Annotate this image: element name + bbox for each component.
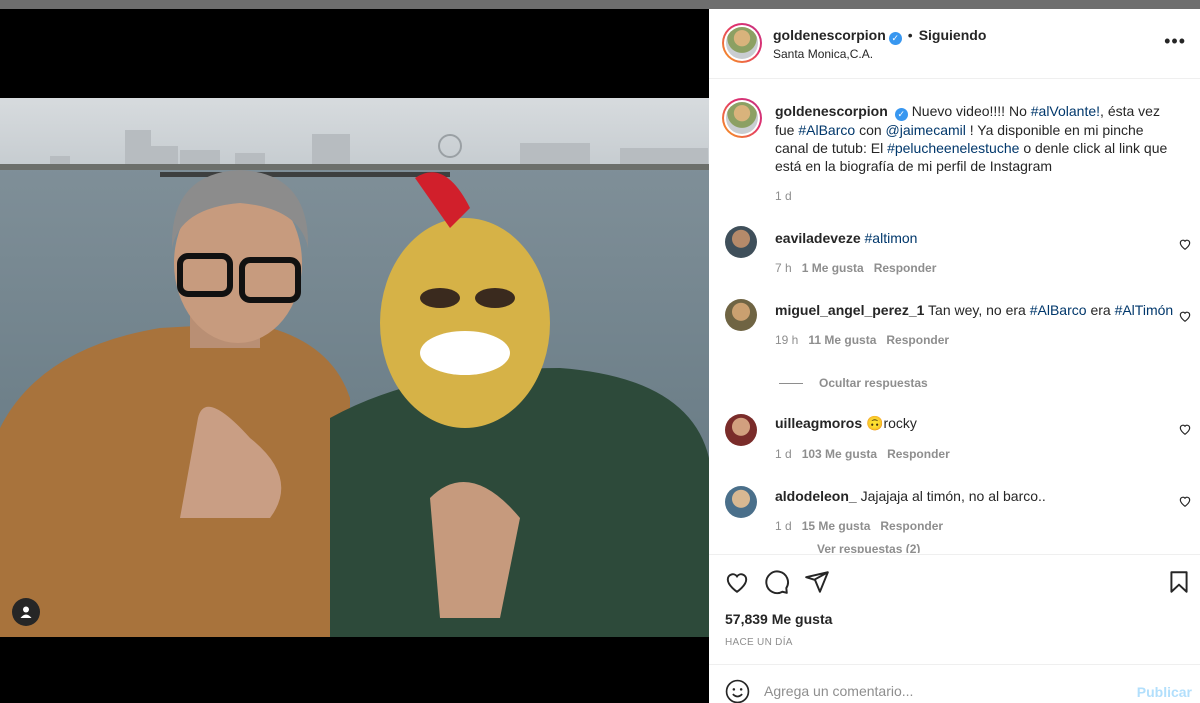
comment: miguel_angel_perez_1 Tan wey, no era #Al… [775, 302, 1174, 318]
hashtag-link[interactable]: #AlTimón [1115, 302, 1174, 318]
avatar[interactable] [722, 23, 762, 63]
hide-replies-button[interactable]: Ocultar respuestas [779, 376, 928, 390]
bookmark-icon[interactable] [1166, 569, 1192, 595]
comment: eaviladeveze #altimon [775, 229, 917, 247]
caption-time[interactable]: 1 d [775, 189, 792, 203]
share-icon[interactable] [804, 569, 830, 595]
caption-meta: 1 d [775, 189, 802, 203]
following-button[interactable]: Siguiendo [919, 27, 987, 43]
comment-likes-link[interactable]: 103 Me gusta [802, 447, 877, 461]
post-media [0, 9, 709, 703]
verified-badge-icon: ✓ [894, 108, 908, 121]
hashtag-link[interactable]: #altimon [865, 230, 918, 246]
comment: aldodeleon_ Jajajaja al timón, no al bar… [775, 488, 1046, 504]
hashtag-link[interactable]: #pelucheenelestuche [887, 140, 1019, 156]
reply-button[interactable]: Responder [887, 447, 950, 461]
comment-likes-link[interactable]: 15 Me gusta [802, 519, 871, 533]
comment-username[interactable]: miguel_angel_perez_1 [775, 302, 924, 318]
view-replies-button[interactable]: Ver respuestas (2) [817, 542, 920, 553]
heart-icon[interactable] [724, 569, 750, 595]
reply-button[interactable]: Responder [886, 333, 949, 347]
more-options-icon[interactable]: ••• [1164, 31, 1186, 52]
reply-button[interactable]: Responder [874, 261, 937, 275]
comment-like-heart-icon[interactable] [1178, 422, 1192, 436]
hashtag-link[interactable]: #AlBarco [798, 122, 855, 138]
browser-top-strip [0, 0, 1200, 9]
caption-avatar[interactable] [722, 98, 762, 138]
comments-list[interactable]: goldenescorpion ✓ Nuevo video!!!! No #alV… [709, 80, 1200, 553]
comment-meta: 1 d 15 Me gusta Responder [775, 519, 944, 533]
comment-meta: 7 h1 Me gusta Responder [775, 261, 937, 275]
hashtag-link[interactable]: #alVolante! [1031, 103, 1100, 119]
caption-text: goldenescorpion ✓ Nuevo video!!!! No #alV… [775, 103, 1168, 174]
separator-dot: • [907, 27, 913, 43]
comment-meta: 1 d 103 Me gusta Responder [775, 447, 950, 461]
post-actions: 57,839 Me gusta HACE UN DÍA [709, 554, 1200, 664]
reply-button[interactable]: Responder [880, 519, 943, 533]
location-link[interactable]: Santa Monica,C.A. [773, 47, 873, 61]
comment-avatar[interactable] [725, 414, 757, 446]
comment-avatar[interactable] [725, 299, 757, 331]
post-header: goldenescorpion ✓ • Siguiendo Santa Monica,… [709, 9, 1200, 79]
caption-username[interactable]: goldenescorpion [775, 103, 888, 119]
emoji-upside-down: 🙃 [866, 415, 884, 431]
publish-button[interactable]: Publicar [1137, 684, 1192, 700]
add-comment-bar: Publicar [709, 664, 1200, 703]
post-photo[interactable] [0, 98, 709, 637]
comment-meta: 19 h 11 Me gusta Responder [775, 333, 950, 347]
hashtag-link[interactable]: #AlBarco [1030, 302, 1087, 318]
mention-link[interactable]: @jaimecamil [886, 122, 966, 138]
post-panel: goldenescorpion ✓ • Siguiendo Santa Monica,… [709, 9, 1200, 703]
comment-likes-link[interactable]: 11 Me gusta [808, 333, 876, 347]
comment-input[interactable] [764, 677, 1104, 703]
verified-badge-icon: ✓ [888, 32, 902, 45]
comment-like-heart-icon[interactable] [1178, 309, 1192, 323]
comment: uilleagmoros 🙃rocky [775, 415, 917, 431]
tag-user-icon [20, 606, 32, 618]
tag-user-button[interactable] [12, 598, 40, 626]
comment-likes-link[interactable]: 1 Me gusta [802, 261, 864, 275]
comment-icon[interactable] [764, 569, 790, 595]
comment-like-heart-icon[interactable] [1178, 237, 1192, 251]
comment-avatar[interactable] [725, 226, 757, 258]
comment-username[interactable]: uilleagmoros [775, 415, 862, 431]
comment-username[interactable]: aldodeleon_ [775, 488, 857, 504]
post-timestamp[interactable]: HACE UN DÍA [725, 637, 793, 648]
likes-count[interactable]: 57,839 Me gusta [725, 611, 832, 627]
emoji-icon[interactable] [725, 679, 750, 703]
comment-username[interactable]: eaviladeveze [775, 230, 861, 246]
author-username[interactable]: goldenescorpion [773, 27, 886, 43]
comment-like-heart-icon[interactable] [1178, 494, 1192, 508]
comment-avatar[interactable] [725, 486, 757, 518]
